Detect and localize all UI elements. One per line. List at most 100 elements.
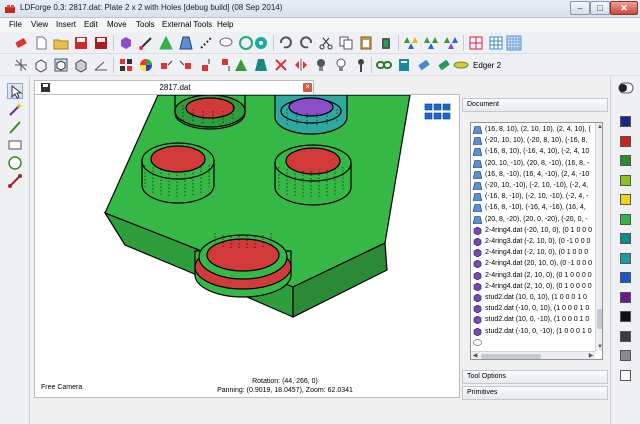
bfc-view-icon[interactable] [53, 57, 69, 73]
vertex-icon[interactable] [253, 35, 269, 51]
document-row[interactable]: (-20, 10, 10), (-20, 8, 10), (-16, 8, [471, 136, 595, 146]
line-path-mode-icon[interactable] [7, 173, 23, 189]
color-swatch[interactable] [620, 174, 631, 186]
color-swatch[interactable] [620, 135, 631, 147]
move-up-icon[interactable] [198, 57, 214, 73]
new-bfc-icon[interactable] [238, 35, 254, 51]
scroll-right-icon[interactable]: ▶ [587, 352, 595, 359]
edit-raw-icon[interactable] [416, 57, 432, 73]
light-bulb-icon[interactable] [313, 57, 329, 73]
vertical-scrollbar[interactable]: ▲ ▼ [595, 123, 602, 351]
color-swatch[interactable] [620, 350, 631, 361]
document-row[interactable]: 2-4ring4.dat (20, 10, 0), (0 -1 0 0 0 [471, 259, 595, 269]
grid-fine-icon[interactable] [506, 35, 522, 51]
close-window-button[interactable]: ✕ [610, 1, 638, 15]
horizontal-scrollbar[interactable]: ◀ ▶ [471, 351, 595, 359]
move-left-icon[interactable] [158, 57, 174, 73]
color-swatch[interactable] [620, 272, 631, 283]
tool-options-panel-header[interactable]: Tool Options [462, 370, 608, 384]
scroll-left-icon[interactable]: ◀ [471, 352, 479, 359]
inline-icon[interactable] [233, 57, 249, 73]
menu-file[interactable]: File [9, 20, 22, 29]
eraser-icon[interactable] [13, 35, 29, 51]
new-subfile-icon[interactable] [118, 35, 134, 51]
document-row[interactable]: 2-4ring4.dat (2, 10, 0), (0 1 0 0 0 0 [471, 282, 595, 292]
edger-label[interactable]: Edger 2 [473, 61, 501, 70]
inline-deep-icon[interactable] [253, 57, 269, 73]
scroll-down-icon[interactable]: ▼ [596, 343, 602, 351]
grid-coarse-icon[interactable] [468, 35, 484, 51]
angle-icon[interactable] [93, 57, 109, 73]
pin-icon[interactable] [353, 57, 369, 73]
menu-external-tools[interactable]: External Tools [162, 20, 212, 29]
save-as-icon[interactable] [93, 35, 109, 51]
redo-icon[interactable] [298, 35, 314, 51]
menu-move[interactable]: Move [107, 20, 127, 29]
camera-select-icon[interactable] [424, 103, 452, 125]
document-row[interactable]: 2-4ring3.dat (2, 10, 0), (0 1 0 0 0 0 [471, 271, 595, 281]
document-row[interactable]: 2-4ring4.dat (-2, 10, 0), (0 1 0 0 0 [471, 248, 595, 258]
document-row[interactable]: 2-4ring3.dat (-2, 10, 0), (0 -1 0 0 0 [471, 237, 595, 247]
new-file-icon[interactable] [33, 35, 49, 51]
save-icon[interactable] [73, 35, 89, 51]
document-row[interactable]: (-16, 8, -10), (-16, 4, -16), (16, 4, [471, 203, 595, 213]
color-swatch[interactable] [620, 291, 631, 303]
document-row[interactable]: stud2.dat (-10, 0, 10), (1 0 0 0 1 0 [471, 304, 595, 314]
document-row[interactable] [471, 338, 595, 348]
draw-mode-icon[interactable] [7, 119, 23, 135]
document-panel-header[interactable]: Document [462, 98, 608, 112]
copy-icon[interactable] [338, 35, 354, 51]
magic-wand-icon[interactable] [7, 101, 23, 117]
document-object-list[interactable]: (16, 8, 10), (2, 10, 10), (2, 4, 10), ((… [470, 122, 603, 360]
document-row[interactable]: 2-4ring4.dat (-20, 10, 0), (0 1 0 0 0 [471, 226, 595, 236]
document-row[interactable]: stud2.dat (10, 0, 10), (1 0 0 0 1 0 [471, 293, 595, 303]
color-swatch[interactable] [620, 233, 631, 244]
document-row[interactable]: (-20, 10, -10), (-2, 10, -10), (-2, 4, [471, 181, 595, 191]
rectangle-mode-icon[interactable] [7, 137, 23, 153]
document-row[interactable]: (-16, 8, 10), (-16, 4, 10), (-2, 4, 10 [471, 147, 595, 157]
select-mode-icon[interactable] [7, 83, 23, 99]
document-row[interactable]: (20, 8, -20), (20, 0, -20), (-20, 0, - [471, 215, 595, 225]
cut-icon[interactable] [318, 35, 334, 51]
color-swatch[interactable] [620, 311, 631, 322]
document-row[interactable]: (16, 8, 10), (2, 10, 10), (2, 4, 10), ( [471, 125, 595, 135]
color-swatch[interactable] [620, 194, 631, 205]
light-bulb-off-icon[interactable] [333, 57, 349, 73]
color-grid-icon[interactable] [118, 57, 134, 73]
grid-medium-icon[interactable] [488, 35, 504, 51]
menu-help[interactable]: Help [217, 20, 233, 29]
document-row[interactable]: (20, 10, -10), (20, 8, -10), (16, 8, - [471, 159, 595, 169]
delete-icon[interactable] [378, 35, 394, 51]
maximize-button[interactable]: □ [590, 1, 610, 15]
color-wheel-icon[interactable] [138, 57, 154, 73]
new-quad-icon[interactable] [178, 35, 194, 51]
color-toggle-icon[interactable] [618, 82, 634, 94]
undo-icon[interactable] [278, 35, 294, 51]
circle-mode-icon[interactable] [7, 155, 23, 171]
scroll-thumb[interactable] [597, 309, 602, 329]
document-tab[interactable]: 2817.dat ✕ [34, 80, 314, 94]
document-row[interactable]: stud2.dat (-10, 0, -10), (1 0 0 0 1 0 [471, 327, 595, 337]
wireframe-icon[interactable] [33, 57, 49, 73]
hscroll-thumb[interactable] [481, 354, 541, 359]
split-quads-icon[interactable] [273, 57, 289, 73]
new-triangle-icon[interactable] [158, 35, 174, 51]
edger-icon[interactable] [453, 57, 469, 73]
color-swatch[interactable] [620, 369, 631, 381]
select-by-color-icon[interactable] [403, 35, 419, 51]
new-comment-icon[interactable] [218, 35, 234, 51]
document-row[interactable]: stud2.dat (10, 0, -10), (1 0 0 0 1 0 [471, 315, 595, 325]
render-viewport[interactable]: Free Camera Rotation: (44, 266, 0) Panni… [34, 94, 460, 398]
clip-icon[interactable] [436, 57, 452, 73]
book-icon[interactable] [396, 57, 412, 73]
menu-view[interactable]: View [31, 20, 48, 29]
axes-icon[interactable] [13, 57, 29, 73]
tab-close-icon[interactable]: ✕ [303, 83, 312, 92]
select-all-icon[interactable] [443, 35, 459, 51]
scroll-up-icon[interactable]: ▲ [596, 123, 602, 131]
color-swatch[interactable] [620, 155, 631, 166]
menu-edit[interactable]: Edit [84, 20, 98, 29]
move-right-icon[interactable] [178, 57, 194, 73]
solid-view-icon[interactable] [73, 57, 89, 73]
document-row[interactable]: (-16, 8, -10), (-2, 10, -10), (-2, 4, - [471, 192, 595, 202]
